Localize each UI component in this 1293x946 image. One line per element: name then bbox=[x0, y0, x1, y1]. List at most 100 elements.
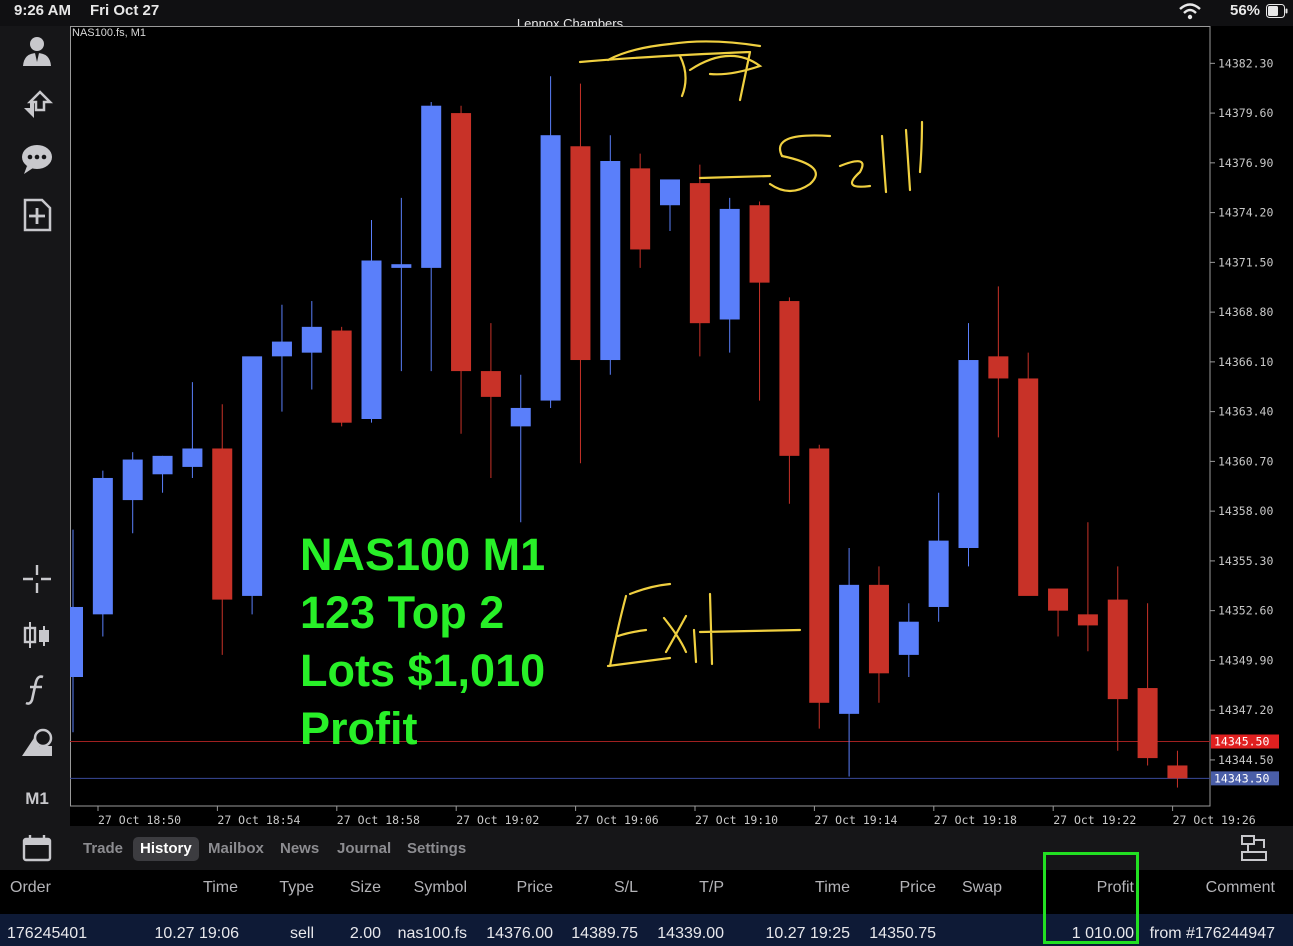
time-tick-label: 27 Oct 18:54 bbox=[217, 813, 300, 826]
column-header[interactable]: Size bbox=[350, 879, 381, 897]
column-header[interactable]: Price bbox=[900, 879, 936, 897]
battery-icon bbox=[1266, 4, 1288, 18]
annotation-line: Lots $1,010 bbox=[300, 645, 546, 696]
candle-body bbox=[1167, 765, 1188, 779]
time-tick-label: 27 Oct 19:26 bbox=[1173, 813, 1256, 826]
candle-body bbox=[152, 455, 173, 475]
timeframe-button[interactable]: M1 bbox=[18, 780, 56, 818]
exit-ink-annotation bbox=[606, 582, 802, 668]
candle-body bbox=[630, 168, 651, 250]
tab-mailbox[interactable]: Mailbox bbox=[201, 837, 271, 861]
column-header[interactable]: Time bbox=[203, 879, 238, 897]
candle-body bbox=[451, 113, 472, 372]
new-document-icon[interactable] bbox=[18, 196, 56, 234]
candle-body bbox=[749, 205, 770, 283]
time-tick-label: 27 Oct 19:06 bbox=[576, 813, 659, 826]
price-tick-label: 14363.40 bbox=[1218, 405, 1273, 419]
price-tick-label: 14352.60 bbox=[1218, 604, 1273, 618]
tab-trade[interactable]: Trade bbox=[76, 837, 130, 861]
left-toolbar: M1 bbox=[0, 26, 70, 826]
column-header[interactable]: S/L bbox=[614, 879, 638, 897]
column-header[interactable]: T/P bbox=[699, 879, 724, 897]
candle-body bbox=[660, 179, 680, 206]
bid-price-label: 14345.50 bbox=[1214, 735, 1269, 749]
column-header[interactable]: Time bbox=[815, 879, 850, 897]
candle-body bbox=[988, 356, 1009, 379]
annotation-line: NAS100 M1 bbox=[300, 529, 546, 580]
tab-settings[interactable]: Settings bbox=[400, 837, 473, 861]
candle-body bbox=[1107, 599, 1128, 700]
time-tick-label: 27 Oct 19:14 bbox=[814, 813, 897, 826]
stop-ink-annotation bbox=[578, 40, 763, 102]
candle-body bbox=[689, 183, 710, 324]
candle-body bbox=[779, 301, 800, 456]
candle-body bbox=[570, 146, 591, 361]
price-tick-label: 14368.80 bbox=[1218, 305, 1273, 319]
candle-body bbox=[868, 584, 889, 674]
candles-icon[interactable] bbox=[18, 616, 56, 654]
candle-body bbox=[271, 341, 292, 357]
time-tick-label: 27 Oct 18:50 bbox=[98, 813, 181, 826]
candle-body bbox=[242, 356, 263, 596]
time-tick-label: 27 Oct 19:10 bbox=[695, 813, 778, 826]
price-tick-label: 14366.10 bbox=[1218, 355, 1273, 369]
open-price-cell: 14376.00 bbox=[486, 925, 553, 942]
candle-body bbox=[1077, 614, 1098, 626]
open-time-cell: 10.27 19:06 bbox=[154, 925, 239, 942]
trade-arrows-icon[interactable] bbox=[18, 86, 56, 124]
price-tick-label: 14382.30 bbox=[1218, 56, 1273, 70]
price-tick-label: 14379.60 bbox=[1218, 106, 1273, 120]
close-time-cell: 10.27 19:25 bbox=[765, 925, 850, 942]
candle-body bbox=[421, 105, 442, 268]
tab-news[interactable]: News bbox=[273, 837, 326, 861]
panel-layout-icon[interactable] bbox=[1240, 834, 1268, 862]
tab-history[interactable]: History bbox=[133, 837, 199, 861]
crosshair-icon[interactable] bbox=[18, 560, 56, 598]
candle-body bbox=[958, 360, 979, 548]
candle-body bbox=[212, 448, 233, 600]
candle-body bbox=[122, 459, 143, 501]
price-tick-label: 14376.90 bbox=[1218, 156, 1273, 170]
candle-body bbox=[480, 371, 501, 397]
candle-body bbox=[1137, 688, 1158, 759]
candle-body bbox=[510, 407, 531, 427]
price-chart[interactable]: 14382.30 14379.60 14376.90 14374.20 14371.50… bbox=[70, 26, 1293, 826]
user-icon[interactable] bbox=[18, 32, 56, 70]
column-header[interactable]: Swap bbox=[962, 879, 1002, 897]
sell-ink-annotation bbox=[698, 120, 924, 194]
profit-highlight-box bbox=[1043, 852, 1139, 944]
tab-journal[interactable]: Journal bbox=[330, 837, 398, 861]
candle-body bbox=[331, 330, 352, 423]
function-icon[interactable] bbox=[18, 670, 56, 708]
time-tick-label: 27 Oct 19:02 bbox=[456, 813, 539, 826]
column-header[interactable]: Order bbox=[10, 879, 51, 897]
column-header[interactable]: Symbol bbox=[414, 879, 467, 897]
price-tick-label: 14358.00 bbox=[1218, 504, 1273, 518]
calendar-icon[interactable] bbox=[22, 834, 52, 862]
chat-icon[interactable] bbox=[18, 140, 56, 178]
price-tick-label: 14344.50 bbox=[1218, 753, 1273, 767]
objects-icon[interactable] bbox=[18, 724, 56, 762]
order-cell: 176245401 bbox=[7, 925, 88, 942]
price-tick-label: 14371.50 bbox=[1218, 255, 1273, 269]
wifi-icon bbox=[1179, 3, 1201, 20]
price-tick-label: 14374.20 bbox=[1218, 206, 1273, 220]
column-header[interactable]: Comment bbox=[1206, 879, 1275, 897]
time-tick-label: 27 Oct 18:58 bbox=[337, 813, 420, 826]
sl-cell: 14389.75 bbox=[571, 925, 638, 942]
column-header[interactable]: Type bbox=[279, 879, 314, 897]
price-tick-label: 14355.30 bbox=[1218, 554, 1273, 568]
symbol-cell: nas100.fs bbox=[397, 925, 467, 942]
close-price-cell: 14350.75 bbox=[869, 925, 936, 942]
column-header[interactable]: Price bbox=[517, 879, 553, 897]
ask-price-label: 14343.50 bbox=[1214, 771, 1269, 785]
candle-body bbox=[540, 135, 561, 401]
candlestick-chart[interactable]: 14382.30 14379.60 14376.90 14374.20 14371.50… bbox=[70, 26, 1293, 826]
plot-frame bbox=[70, 26, 1211, 807]
candle-body bbox=[839, 584, 860, 714]
candle-body bbox=[898, 621, 919, 655]
status-bar: 9:26 AM Fri Oct 27 Lennox Chambers 56% bbox=[0, 0, 1293, 31]
candle-body bbox=[361, 260, 382, 419]
time-tick-label: 27 Oct 19:18 bbox=[934, 813, 1017, 826]
candle-body bbox=[391, 264, 412, 268]
